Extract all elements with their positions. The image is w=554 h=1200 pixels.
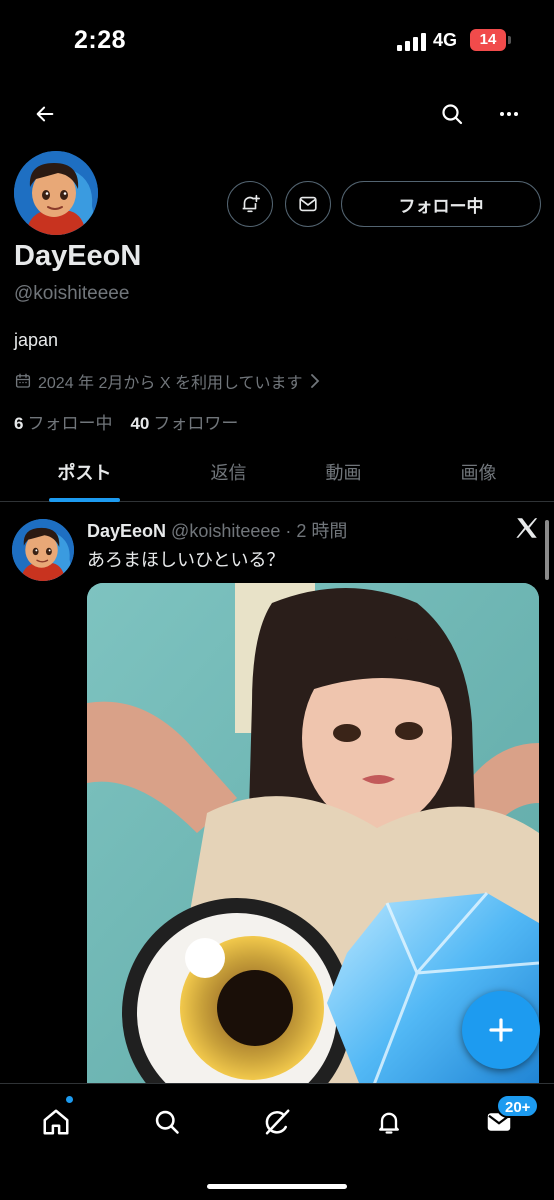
nav-search[interactable] [145,1100,189,1144]
arrow-left-icon [36,106,54,122]
profile-avatar[interactable] [14,151,98,235]
envelope-icon [299,196,317,212]
tab-posts[interactable]: ポスト [27,442,142,502]
joined-date[interactable]: 2024 年 2月から X を利用しています [14,369,322,393]
status-bar: 2:28 4G 14 [0,0,554,84]
post-text: あろまほしいひといる？ [87,550,285,570]
plus-icon [489,1018,513,1042]
post-avatar[interactable] [12,519,74,581]
profile-bio: japan [14,330,59,350]
search-icon [442,104,463,125]
search-icon [155,1110,179,1134]
profile-tabs: ポスト 返信 動画 画像 [0,442,554,502]
compose-button[interactable] [462,991,540,1069]
tab-images[interactable]: 画像 [421,442,536,502]
nav-grok[interactable] [255,1100,299,1144]
post-author-name[interactable]: DayEeoN [87,521,166,541]
following-label: フォロー中 [27,414,113,433]
display-name: DayEeoN [14,240,142,272]
following-count: 6 [14,414,24,433]
message-button[interactable] [285,181,331,227]
search-button[interactable] [430,92,474,136]
joined-text: 2024 年 2月から X を利用しています [38,375,303,392]
bottom-nav: 20+ [0,1083,554,1200]
post-meta: @koishiteeee · 2 時間 [171,521,348,541]
calendar-icon [15,373,31,388]
status-time: 2:28 [74,26,127,54]
nav-notifications[interactable] [367,1100,411,1144]
bell-plus-icon [242,194,260,213]
x-logo-icon [516,518,538,538]
more-button[interactable] [487,92,531,136]
profile-handle: @koishiteeee [14,283,130,304]
notify-button[interactable] [227,181,273,227]
follow-stats: 6 フォロー中 40 フォロワー [14,409,238,434]
network-label: 4G [433,30,458,50]
following-button[interactable]: フォロー中 [341,181,541,227]
battery-tip [508,36,511,44]
battery-icon: 14 [470,29,506,51]
nav-home[interactable] [34,1100,78,1144]
home-indicator [207,1184,347,1189]
home-notification-dot [66,1096,73,1103]
followers-label: フォロワー [153,414,239,433]
tab-videos[interactable]: 動画 [286,442,401,502]
tab-replies[interactable]: 返信 [171,442,286,502]
post-header: DayEeoN @koishiteeee · 2 時間 [87,517,347,543]
followers-stat[interactable]: 40 フォロワー [130,409,238,434]
notifications-icon [379,1112,399,1134]
followers-count: 40 [130,414,150,433]
more-horizontal-icon [500,112,518,116]
scrollbar[interactable] [545,520,549,580]
back-button[interactable] [23,92,67,136]
grok-icon [265,1109,290,1135]
chevron-right-icon [311,374,320,388]
messages-badge: 20+ [496,1094,540,1118]
home-icon [43,1109,69,1135]
following-stat[interactable]: 6 フォロー中 [14,409,112,434]
signal-icon [397,33,427,51]
